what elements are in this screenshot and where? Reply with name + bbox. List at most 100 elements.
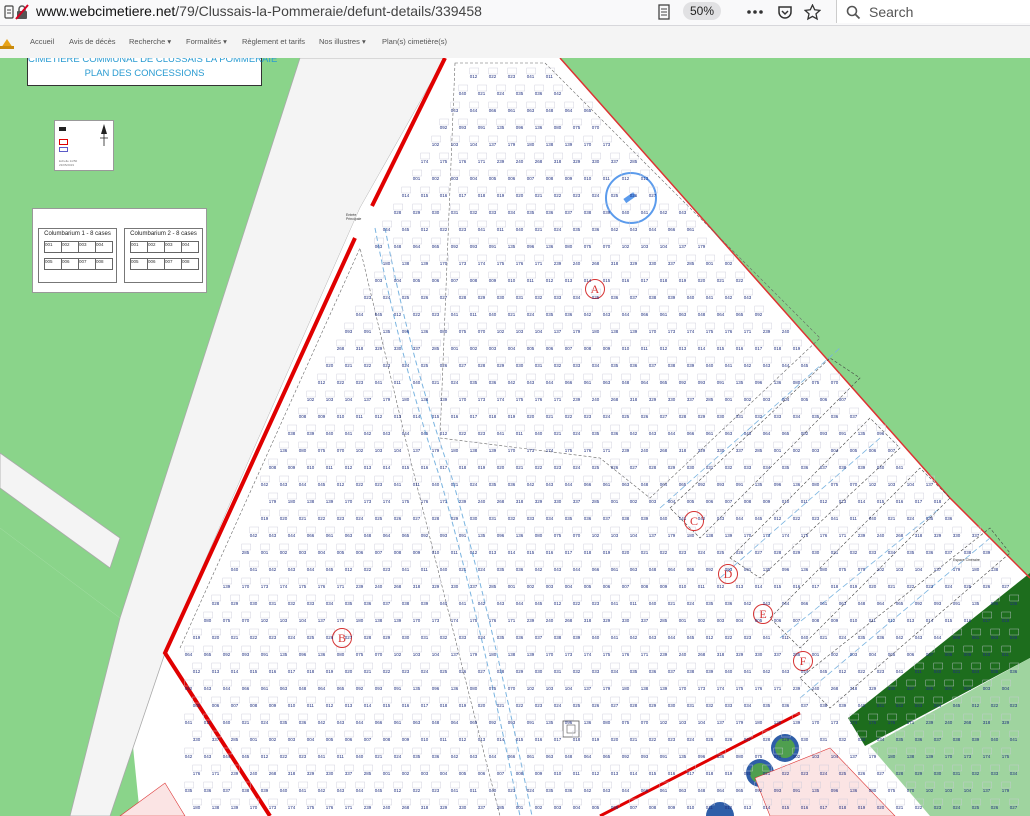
grave-number[interactable]: 005 bbox=[888, 652, 896, 657]
grave-number[interactable]: 022 bbox=[858, 669, 866, 674]
grave-number[interactable]: 012 bbox=[546, 278, 554, 283]
grave-number[interactable]: 026 bbox=[641, 414, 649, 419]
grave-number[interactable]: 104 bbox=[535, 329, 543, 334]
grave-number[interactable]: 038 bbox=[839, 465, 847, 470]
grave-number[interactable]: 030 bbox=[812, 550, 820, 555]
grave-number[interactable]: 035 bbox=[782, 465, 790, 470]
grave-number[interactable]: 013 bbox=[679, 346, 687, 351]
grave-number[interactable]: 011 bbox=[603, 176, 610, 181]
grave-number[interactable]: 045 bbox=[801, 363, 809, 368]
grave-number[interactable]: 070 bbox=[831, 380, 839, 385]
grave-number[interactable]: 037 bbox=[945, 550, 953, 555]
grave-number[interactable]: 065 bbox=[603, 754, 611, 759]
grave-number[interactable]: 240 bbox=[478, 499, 486, 504]
grave-number[interactable]: 024 bbox=[687, 737, 695, 742]
grave-number[interactable]: 268 bbox=[831, 686, 839, 691]
grave-number[interactable]: 174 bbox=[288, 805, 296, 810]
grave-number[interactable]: 175 bbox=[1002, 754, 1010, 759]
grave-number[interactable]: 138 bbox=[774, 720, 782, 725]
grave-number[interactable]: 179 bbox=[573, 329, 581, 334]
grave-number[interactable]: 176 bbox=[820, 533, 828, 538]
grave-number[interactable]: 012 bbox=[592, 771, 600, 776]
grave-number[interactable]: 042 bbox=[584, 788, 592, 793]
grave-number[interactable]: 171 bbox=[478, 159, 486, 164]
grave-number[interactable]: 138 bbox=[375, 618, 383, 623]
grave-number[interactable]: 012 bbox=[337, 482, 345, 487]
grave-number[interactable]: 001 bbox=[725, 397, 733, 402]
grave-number[interactable]: 035 bbox=[763, 703, 771, 708]
grave-number[interactable]: 024 bbox=[356, 516, 364, 521]
grave-number[interactable]: 065 bbox=[687, 567, 695, 572]
grave-number[interactable]: 063 bbox=[725, 431, 733, 436]
grave-number[interactable]: 021 bbox=[516, 465, 524, 470]
grave-number[interactable]: 022 bbox=[440, 227, 448, 232]
grave-number[interactable]: 042 bbox=[185, 686, 193, 691]
grave-number[interactable]: 019 bbox=[193, 635, 201, 640]
grave-number[interactable]: 027 bbox=[744, 737, 752, 742]
grave-number[interactable]: 240 bbox=[782, 329, 790, 334]
grave-number[interactable]: 035 bbox=[611, 363, 619, 368]
grave-number[interactable]: 012 bbox=[717, 584, 725, 589]
grave-number[interactable]: 013 bbox=[744, 805, 752, 810]
grave-number[interactable]: 031 bbox=[269, 601, 277, 606]
grave-number[interactable]: 285 bbox=[489, 584, 497, 589]
grave-number[interactable]: 092 bbox=[706, 567, 714, 572]
grave-number[interactable]: 036 bbox=[432, 754, 440, 759]
grave-number[interactable]: 009 bbox=[288, 465, 296, 470]
grave-number[interactable]: 016 bbox=[668, 771, 676, 776]
grave-number[interactable]: 136 bbox=[774, 380, 782, 385]
grave-number[interactable]: 075 bbox=[356, 652, 364, 657]
grave-number[interactable]: 179 bbox=[383, 397, 391, 402]
grave-number[interactable]: 021 bbox=[364, 669, 372, 674]
grave-number[interactable]: 268 bbox=[402, 805, 410, 810]
grave-number[interactable]: 023 bbox=[364, 295, 372, 300]
grave-number[interactable]: 239 bbox=[459, 499, 467, 504]
grave-number[interactable]: 002 bbox=[725, 261, 733, 266]
zoom-level-button[interactable]: 50% bbox=[683, 2, 721, 20]
grave-number[interactable]: 012 bbox=[725, 805, 733, 810]
grave-number[interactable]: 009 bbox=[668, 805, 676, 810]
nav-accueil[interactable]: Accueil bbox=[30, 37, 54, 46]
grave-number[interactable]: 023 bbox=[592, 601, 600, 606]
grave-number[interactable]: 135 bbox=[755, 482, 763, 487]
grave-number[interactable]: 015 bbox=[774, 584, 782, 589]
grave-number[interactable]: 044 bbox=[649, 227, 657, 232]
grave-number[interactable]: 061 bbox=[706, 431, 714, 436]
grave-number[interactable]: 044 bbox=[288, 533, 296, 538]
grave-number[interactable]: 025 bbox=[611, 193, 619, 198]
grave-number[interactable]: 017 bbox=[421, 703, 429, 708]
grave-number[interactable]: 028 bbox=[212, 601, 220, 606]
grave-number[interactable]: 002 bbox=[964, 686, 972, 691]
grave-number[interactable]: 007 bbox=[527, 176, 535, 181]
grave-number[interactable]: 080 bbox=[535, 533, 543, 538]
grave-number[interactable]: 318 bbox=[413, 584, 421, 589]
grave-number[interactable]: 016 bbox=[546, 550, 554, 555]
grave-number[interactable]: 036 bbox=[584, 516, 592, 521]
grave-number[interactable]: 329 bbox=[432, 584, 440, 589]
grave-number[interactable]: 285 bbox=[432, 346, 440, 351]
grave-number[interactable]: 048 bbox=[698, 312, 706, 317]
grave-number[interactable]: 024 bbox=[698, 550, 706, 555]
grave-number[interactable]: 171 bbox=[508, 618, 516, 623]
grave-number[interactable]: 031 bbox=[820, 737, 828, 742]
grave-number[interactable]: 019 bbox=[459, 703, 467, 708]
grave-number[interactable]: 137 bbox=[451, 652, 459, 657]
grave-number[interactable]: 064 bbox=[717, 788, 725, 793]
grave-number[interactable]: 023 bbox=[459, 227, 467, 232]
grave-number[interactable]: 035 bbox=[858, 635, 866, 640]
grave-number[interactable]: 137 bbox=[413, 448, 421, 453]
grave-number[interactable]: 104 bbox=[565, 686, 573, 691]
grave-number[interactable]: 015 bbox=[383, 703, 391, 708]
grave-number[interactable]: 092 bbox=[356, 686, 364, 691]
grave-number[interactable]: 179 bbox=[736, 720, 744, 725]
grave-number[interactable]: 041 bbox=[725, 363, 733, 368]
grave-number[interactable]: 064 bbox=[185, 652, 193, 657]
grave-number[interactable]: 021 bbox=[896, 805, 904, 810]
grave-number[interactable]: 005 bbox=[850, 448, 858, 453]
grave-number[interactable]: 025 bbox=[622, 414, 630, 419]
columbarium-case[interactable]: 007 bbox=[78, 258, 96, 270]
grave-number[interactable]: 337 bbox=[212, 737, 220, 742]
grave-number[interactable]: 029 bbox=[793, 550, 801, 555]
grave-number[interactable]: 033 bbox=[858, 737, 866, 742]
grave-number[interactable]: 240 bbox=[945, 720, 953, 725]
